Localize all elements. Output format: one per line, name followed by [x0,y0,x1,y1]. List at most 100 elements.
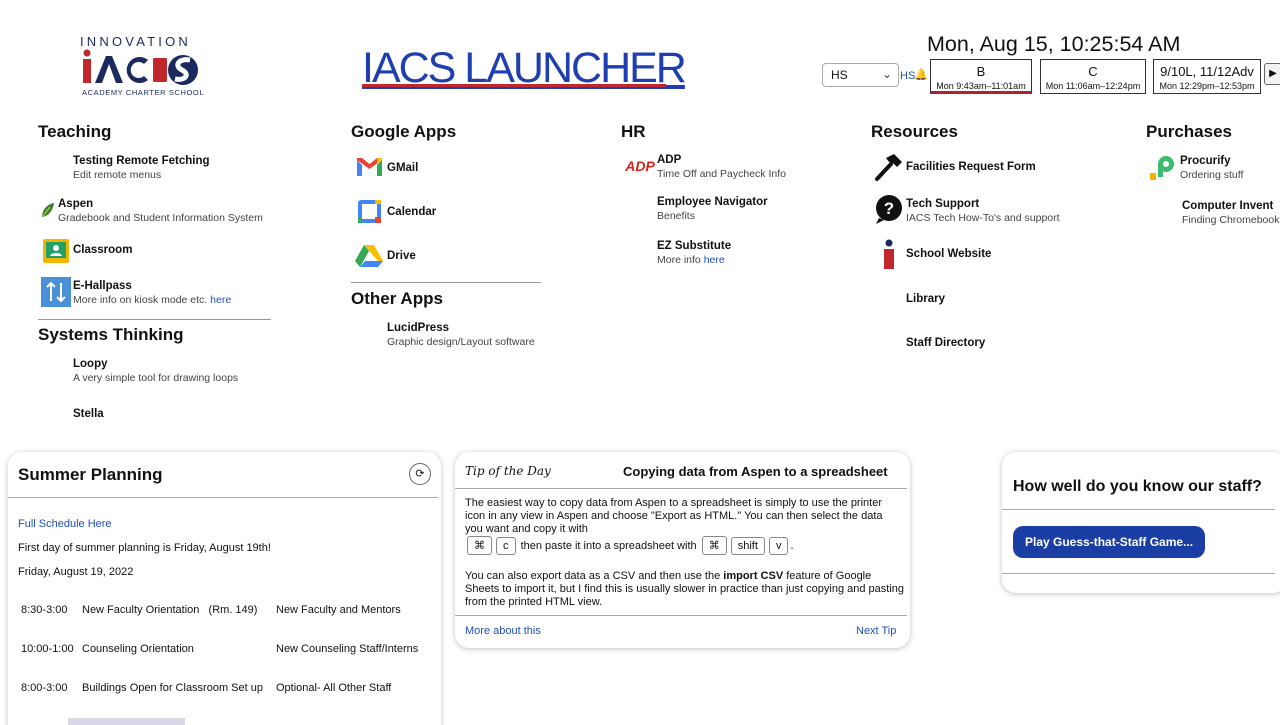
tip-title: Copying data from Aspen to a spreadsheet [623,464,888,479]
item-title: Tech Support [906,198,980,210]
school-tag: HS [900,70,916,82]
item-title: E-Hallpass [73,280,132,292]
card-title: How well do you know our staff? [1013,478,1262,495]
item-subtitle: Finding Chromebook [1182,214,1280,226]
ez-substitute-info-link[interactable]: here [704,254,725,266]
item-title: Testing Remote Fetching [73,155,210,167]
card-divider [8,497,438,498]
tip-paragraph-2: You can also export data as a CSV and th… [465,570,905,609]
google-classroom-icon [42,238,70,264]
item-title: Employee Navigator [657,196,768,208]
item-subtitle: More info on kiosk mode etc. here [73,294,231,306]
tip-mid-text: then paste it into a spreadsheet with [520,540,697,552]
section-title-google-apps: Google Apps [351,122,457,141]
link-facilities-request-form[interactable]: Facilities Request Form [906,161,1036,173]
scroll-hint-bar [68,718,185,725]
link-computer-inventory[interactable]: Computer Invent Finding Chromebook [1182,200,1280,226]
school-logo: INNOVATION ACADEMY CHARTER SCHOOL [78,34,210,98]
item-title: School Website [906,248,992,260]
link-school-website[interactable]: School Website [906,248,991,260]
play-staff-game-button[interactable]: Play Guess-that-Staff Game... [1013,526,1206,558]
tip-shortcut-line: ⌘ c then paste it into a spreadsheet with… [465,536,794,555]
hallpass-icon [41,277,71,307]
item-subtitle: Gradebook and Student Information System [58,212,263,224]
item-title: Aspen [58,198,94,210]
section-title-purchases: Purchases [1146,122,1232,141]
link-classroom[interactable]: Classroom [73,244,132,256]
item-subtitle: Graphic design/Layout software [387,336,535,348]
link-procurify[interactable]: Procurify Ordering stuff [1180,155,1243,181]
link-e-hallpass[interactable]: E-Hallpass More info on kiosk mode etc. … [73,280,231,306]
link-staff-directory[interactable]: Staff Directory [906,337,985,349]
next-periods-button[interactable]: ▶ [1264,63,1280,85]
summer-intro-text: First day of summer planning is Friday, … [18,542,271,554]
period-name: B [976,64,986,79]
next-tip-link[interactable]: Next Tip [856,625,896,637]
link-calendar[interactable]: Calendar [387,206,436,218]
item-subtitle-text: More info on kiosk mode etc. [73,294,211,306]
google-drive-icon [355,244,383,268]
period-time: Mon 11:06am–12:24pm [1045,81,1141,91]
link-employee-navigator[interactable]: Employee Navigator Benefits [657,196,768,222]
period-name: 9/10L, 11/12Adv [1160,64,1254,79]
item-title: Facilities Request Form [906,161,1036,173]
link-loopy[interactable]: Loopy A very simple tool for drawing loo… [73,358,238,384]
item-title: ADP [657,154,682,166]
question-bubble-icon: ? [873,194,904,225]
link-ez-substitute[interactable]: EZ Substitute More info here [657,240,731,266]
tip-end-text: . [790,540,794,552]
link-library[interactable]: Library [906,293,945,305]
card-divider [1002,509,1275,510]
more-about-tip-link[interactable]: More about this [465,625,541,637]
link-aspen[interactable]: Aspen Gradebook and Student Information … [58,198,263,224]
item-subtitle: Edit remote menus [73,169,162,181]
logo-mark-icon [83,49,198,85]
card-divider [1002,573,1275,574]
section-title-teaching: Teaching [38,122,112,141]
link-gmail[interactable]: GMail [387,162,418,174]
gmail-icon [356,156,383,178]
summer-date: Friday, August 19, 2022 [18,566,134,578]
tip-label: Tip of the Day [465,464,551,478]
period-time: Mon 9:43am–11:01am [936,81,1026,91]
item-title: Loopy [73,358,108,370]
link-drive[interactable]: Drive [387,250,416,262]
link-stella[interactable]: Stella [73,408,104,420]
school-select[interactable]: HS ⌄ [822,63,899,87]
link-adp[interactable]: ADP Time Off and Paycheck Info [657,154,786,180]
tip-paragraph-1: The easiest way to copy data from Aspen … [465,497,883,535]
item-subtitle: Benefits [657,210,695,222]
school-select-value: HS [831,68,848,82]
tip-p2-start: You can also export data as a CSV and th… [465,570,724,582]
clock: Mon, Aug 15, 10:25:54 AM [927,32,1181,56]
item-title: LucidPress [387,322,449,334]
refresh-icon[interactable]: ⟳ [409,463,431,485]
item-subtitle-text: More info [657,254,704,266]
period-name: C [1088,64,1098,79]
item-subtitle: More info here [657,254,731,266]
link-lucidpress[interactable]: LucidPress Graphic design/Layout softwar… [387,322,535,348]
adp-logo-text: ADP [625,158,655,174]
period-later[interactable]: 9/10L, 11/12Adv Mon 12:29pm–12:53pm [1153,59,1261,94]
bell-icon[interactable]: 🔔 [914,68,928,81]
item-title: Calendar [387,206,437,218]
section-title-other-apps: Other Apps [351,289,443,308]
period-next[interactable]: C Mon 11:06am–12:24pm [1040,59,1146,94]
title-underline [362,84,666,87]
period-current[interactable]: B Mon 9:43am–11:01am [930,59,1032,94]
tip-p2-bold: import CSV [723,570,784,582]
schedule-time: 8:30-3:00 [21,604,68,616]
item-title: Drive [387,250,416,262]
full-schedule-link[interactable]: Full Schedule Here [18,518,112,530]
card-title: Summer Planning [18,465,163,484]
link-testing-remote-fetching[interactable]: Testing Remote Fetching Edit remote menu… [73,155,210,181]
section-title-hr: HR [621,122,646,141]
schedule-time: 10:00-1:00 [21,643,74,655]
procurify-icon [1149,155,1176,181]
schedule-event: Buildings Open for Classroom Set up [82,682,263,694]
e-hallpass-info-link[interactable]: here [210,294,231,306]
schedule-time: 8:00-3:00 [21,682,68,694]
schedule-event: New Faculty Orientation (Rm. 149) [82,604,258,616]
link-tech-support[interactable]: Tech Support IACS Tech How-To's and supp… [906,198,1060,224]
item-subtitle: IACS Tech How-To's and support [906,212,1060,224]
